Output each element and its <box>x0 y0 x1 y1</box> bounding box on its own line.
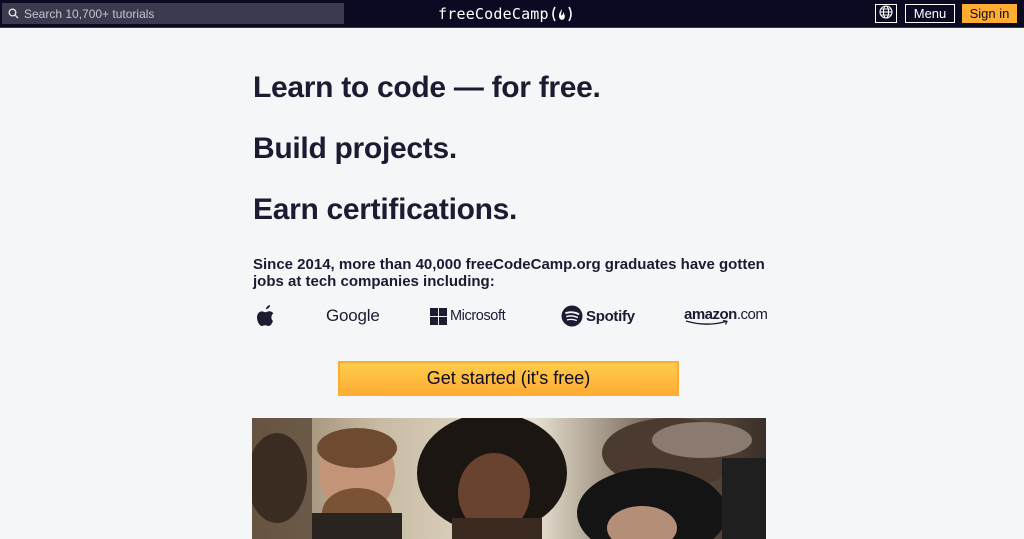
search-icon <box>2 3 24 24</box>
get-started-button[interactable]: Get started (it's free) <box>338 361 679 396</box>
top-navbar: freeCodeCamp Menu Sign in <box>0 0 1024 28</box>
amazon-smile-icon <box>685 320 728 325</box>
search-input[interactable] <box>24 6 324 21</box>
microsoft-label: Microsoft <box>450 308 506 324</box>
brand-name: freeCodeCamp <box>438 4 549 23</box>
microsoft-logo: Microsoft <box>430 302 506 330</box>
sign-in-button[interactable]: Sign in <box>962 4 1017 23</box>
apple-icon <box>255 302 277 330</box>
graduates-text: Since 2014, more than 40,000 freeCodeCam… <box>253 256 765 290</box>
microsoft-icon <box>430 307 447 325</box>
language-button[interactable] <box>875 4 897 23</box>
company-logos: Google Microsoft Spotify amazon .com <box>253 302 773 330</box>
headline-build: Build projects. <box>253 132 457 165</box>
amazon-logo: amazon .com <box>684 302 768 330</box>
headline-learn: Learn to code — for free. <box>253 71 601 104</box>
headline-earn: Earn certifications. <box>253 193 518 226</box>
google-logo: Google <box>326 306 380 325</box>
spotify-icon <box>561 305 583 327</box>
menu-button[interactable]: Menu <box>905 4 955 23</box>
brand-logo[interactable]: freeCodeCamp <box>438 3 574 24</box>
search-bar[interactable] <box>2 3 344 24</box>
spotify-logo: Spotify <box>561 302 635 330</box>
flame-icon <box>550 6 574 22</box>
globe-icon <box>879 5 893 22</box>
students-photo <box>252 418 766 539</box>
amazon-suffix: .com <box>736 306 768 323</box>
spotify-label: Spotify <box>586 307 635 325</box>
